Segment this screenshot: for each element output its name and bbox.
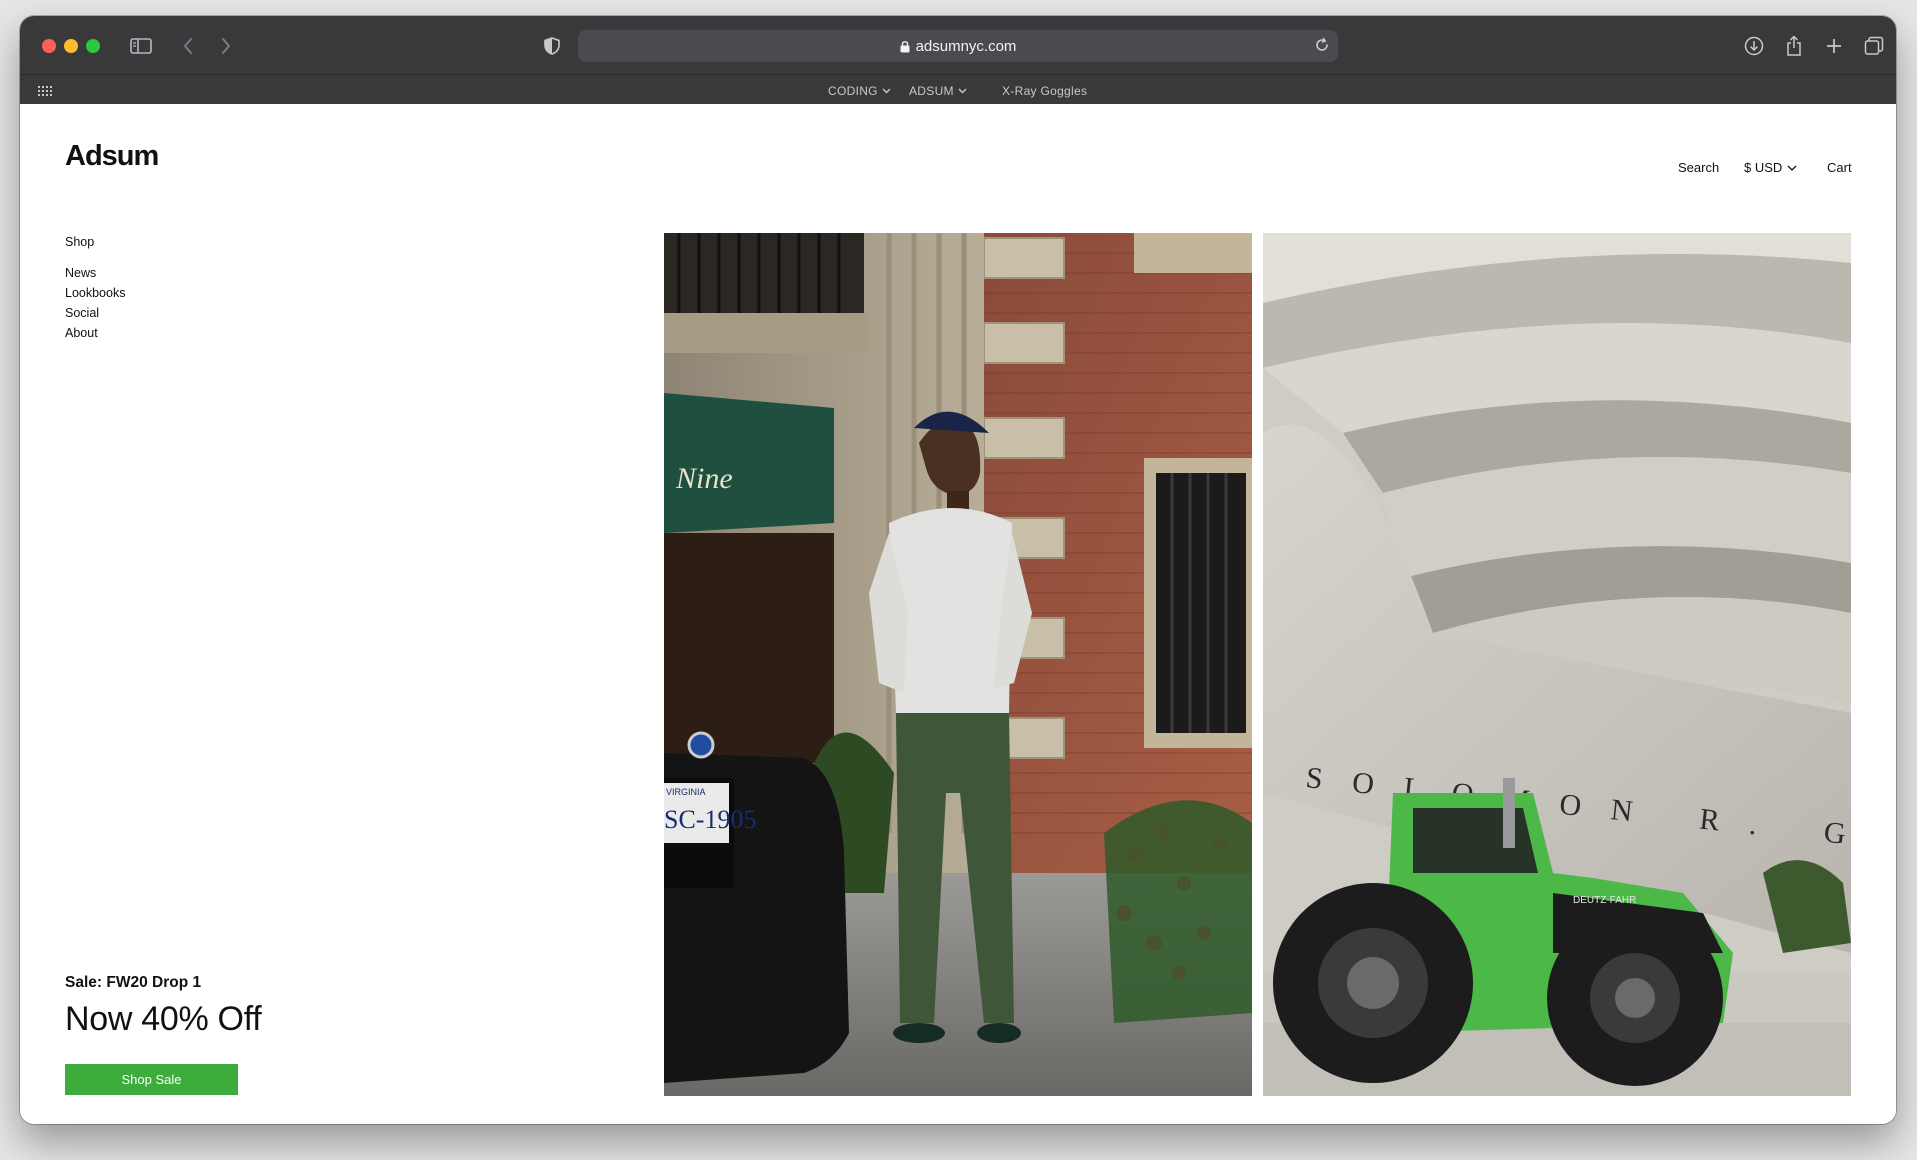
cart-link[interactable]: Cart [1827, 160, 1852, 175]
plate-number-text: SC-1905 [664, 805, 756, 834]
apps-grid-icon[interactable] [38, 85, 52, 99]
nav-lookbooks[interactable]: Lookbooks [65, 286, 125, 300]
nav-about[interactable]: About [65, 326, 98, 340]
favorite-coding[interactable]: CODING [828, 84, 891, 98]
site-logo[interactable]: Adsum [65, 140, 159, 173]
lookbook-photo-street-model[interactable]: Nine VIRGINIA SC-1905 [664, 233, 1252, 1096]
minimize-window-button[interactable] [64, 39, 78, 53]
favorites-bar: CODING ADSUM X-Ray Goggles [20, 75, 1896, 104]
nav-social[interactable]: Social [65, 306, 99, 320]
nav-shop[interactable]: Shop [65, 235, 94, 249]
web-page: Adsum Search $ USD Cart Shop News Lookbo… [20, 104, 1896, 1124]
url-text: adsumnyc.com [915, 37, 1017, 55]
forward-icon[interactable] [216, 32, 236, 60]
browser-toolbar: adsumnyc.com [20, 16, 1896, 75]
favorite-label: CODING [828, 84, 878, 98]
sidebar-toggle-icon[interactable] [128, 32, 154, 60]
currency-selector[interactable]: $ USD [1744, 160, 1797, 175]
shop-sale-button[interactable]: Shop Sale [65, 1064, 238, 1095]
new-tab-icon[interactable] [1822, 32, 1846, 60]
zoom-window-button[interactable] [86, 39, 100, 53]
awning-text: Nine [675, 462, 733, 495]
promo-kicker: Sale: FW20 Drop 1 [65, 974, 202, 991]
close-window-button[interactable] [42, 39, 56, 53]
plate-state-text: VIRGINIA [666, 787, 706, 797]
cart-label: Cart [1827, 160, 1852, 175]
currency-label: $ USD [1744, 160, 1783, 175]
nav-news[interactable]: News [65, 266, 96, 280]
browser-window: adsumnyc.com CODING ADSUM X-Ray Goggles … [20, 16, 1896, 1124]
tab-overview-icon[interactable] [1862, 32, 1886, 60]
tractor-brand-text: DEUTZ-FAHR [1573, 895, 1636, 906]
search-label: Search [1678, 160, 1720, 175]
favorite-adsum[interactable]: ADSUM [909, 84, 967, 98]
chevron-down-icon [1787, 165, 1797, 171]
lookbook-photo-guggenheim-tractor[interactable]: SOLOMON R. GUGGENHEIM DEUTZ-FAHR [1263, 233, 1851, 1096]
reload-icon[interactable] [1314, 37, 1330, 57]
favorite-label: X-Ray Goggles [1002, 84, 1088, 98]
privacy-shield-icon[interactable] [542, 32, 562, 60]
chevron-down-icon [882, 88, 891, 94]
downloads-icon[interactable] [1742, 32, 1766, 60]
back-icon[interactable] [178, 32, 198, 60]
favorite-label: ADSUM [909, 84, 954, 98]
favorite-x-ray-goggles[interactable]: X-Ray Goggles [1002, 84, 1087, 98]
promo-title: Now 40% Off [65, 1000, 262, 1038]
lock-icon [900, 40, 910, 53]
chevron-down-icon [958, 88, 967, 94]
address-bar[interactable]: adsumnyc.com [578, 30, 1338, 62]
share-icon[interactable] [1782, 32, 1806, 60]
search-link[interactable]: Search [1678, 160, 1719, 175]
